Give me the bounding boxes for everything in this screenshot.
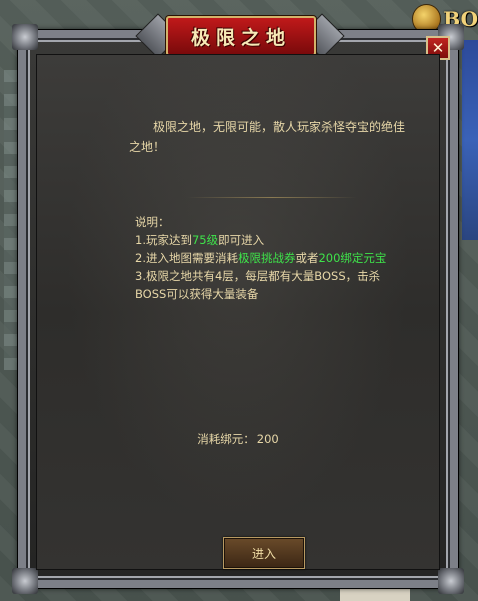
cost-value: 200 (256, 432, 279, 446)
extreme-land-dialog: 极限之地 ✕ 极限之地，无限可能，散人玩家杀怪夺宝的绝佳之地！ 说明： 1.玩家… (12, 13, 464, 594)
note-2-mid: 或者 (295, 251, 319, 265)
note-line-2: 2.进入地图需要消耗极限挑战券或者200绑定元宝 (135, 249, 435, 267)
frame-corner-ornament (438, 568, 464, 594)
note-line-1: 1.玩家达到75级即可进入 (135, 231, 435, 249)
frame-corner-ornament (12, 24, 38, 50)
world-water-edge (462, 40, 478, 240)
note-2-ingot: 200绑定元宝 (318, 251, 387, 265)
cost-label: 消耗绑元： (197, 432, 255, 446)
enter-button-label: 进入 (251, 546, 276, 561)
dialog-title: 极限之地 (190, 26, 291, 49)
dialog-content: 极限之地，无限可能，散人玩家杀怪夺宝的绝佳之地！ 说明： 1.玩家达到75级即可… (36, 54, 440, 570)
dialog-title-banner: 极限之地 (166, 16, 316, 56)
cost-row: 消耗绑元： 200 (37, 431, 439, 447)
note-2-ticket: 极限挑战券 (237, 251, 296, 265)
content-divider (187, 197, 357, 198)
note-1-suffix: 即可进入 (218, 233, 265, 247)
frame-corner-ornament (12, 568, 38, 594)
note-1-prefix: 1.玩家达到 (135, 233, 192, 247)
intro-text: 极限之地，无限可能，散人玩家杀怪夺宝的绝佳之地！ (129, 120, 406, 154)
note-2-prefix: 2.进入地图需要消耗 (135, 251, 238, 265)
note-line-3: 3.极限之地共有4层，每层都有大量BOSS，击杀BOSS可以获得大量装备 (135, 269, 381, 301)
notes-section: 说明： 1.玩家达到75级即可进入 2.进入地图需要消耗极限挑战券或者200绑定… (135, 213, 435, 303)
enter-button[interactable]: 进入 (223, 537, 305, 569)
note-1-level: 75级 (191, 233, 219, 247)
notes-heading: 说明： (135, 215, 170, 229)
